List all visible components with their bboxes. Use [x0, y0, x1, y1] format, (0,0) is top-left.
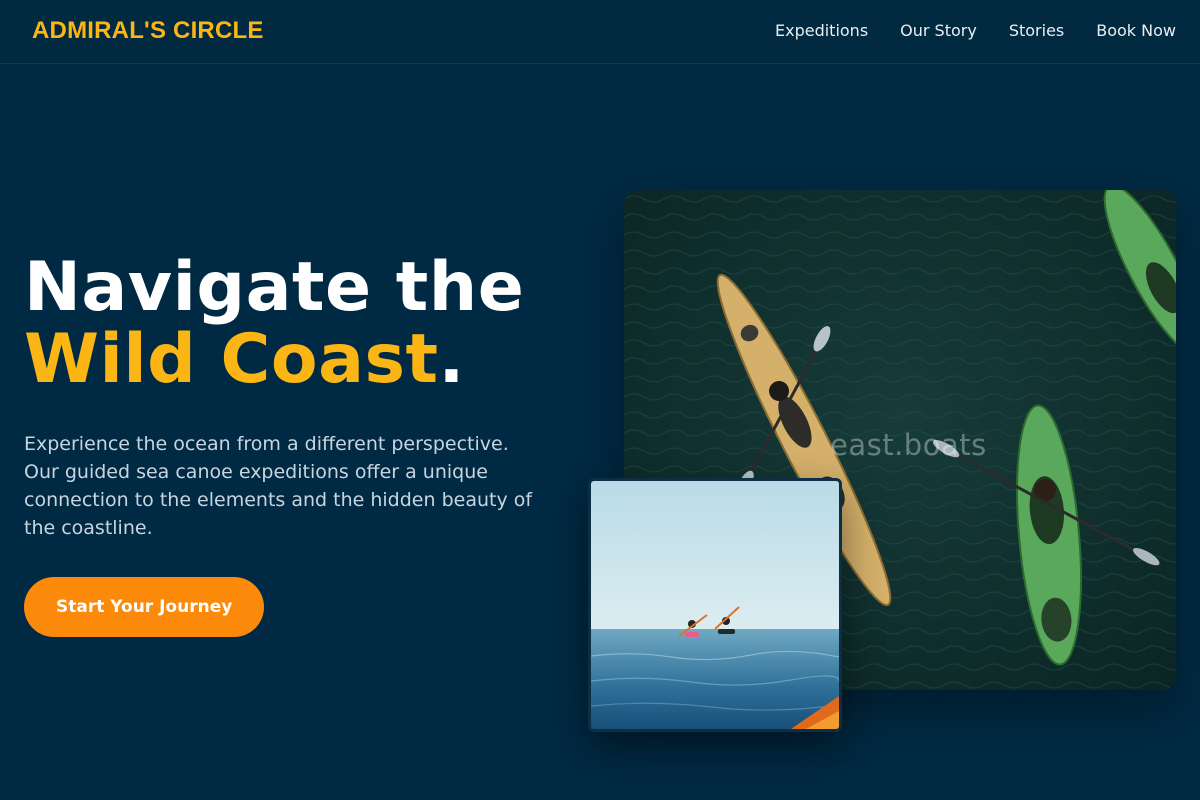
headline-period: . — [438, 320, 465, 399]
headline-accent: Wild Coast — [24, 320, 439, 399]
nav-item-our-story[interactable]: Our Story — [900, 20, 977, 42]
brand-logo[interactable]: ADMIRAL'S CIRCLE — [32, 16, 264, 46]
nav-item-book-now[interactable]: Book Now — [1096, 20, 1176, 42]
image-watermark: east.boats — [830, 428, 987, 462]
nav-item-stories[interactable]: Stories — [1009, 20, 1064, 42]
hero-description: Experience the ocean from a different pe… — [24, 433, 533, 539]
headline-line-1: Navigate the — [24, 248, 525, 327]
hero-text: Navigate the Wild Coast. Experience the … — [24, 252, 584, 637]
hero-headline: Navigate the Wild Coast. — [24, 252, 584, 396]
open-water-kayakers-photo — [588, 478, 842, 732]
nav-item-expeditions[interactable]: Expeditions — [775, 20, 868, 42]
open-water-illustration — [591, 481, 839, 729]
top-navigation-bar: ADMIRAL'S CIRCLE Expeditions Our Story S… — [0, 0, 1200, 64]
start-journey-button[interactable]: Start Your Journey — [24, 577, 265, 637]
main-nav: Expeditions Our Story Stories Book Now — [775, 20, 1176, 42]
